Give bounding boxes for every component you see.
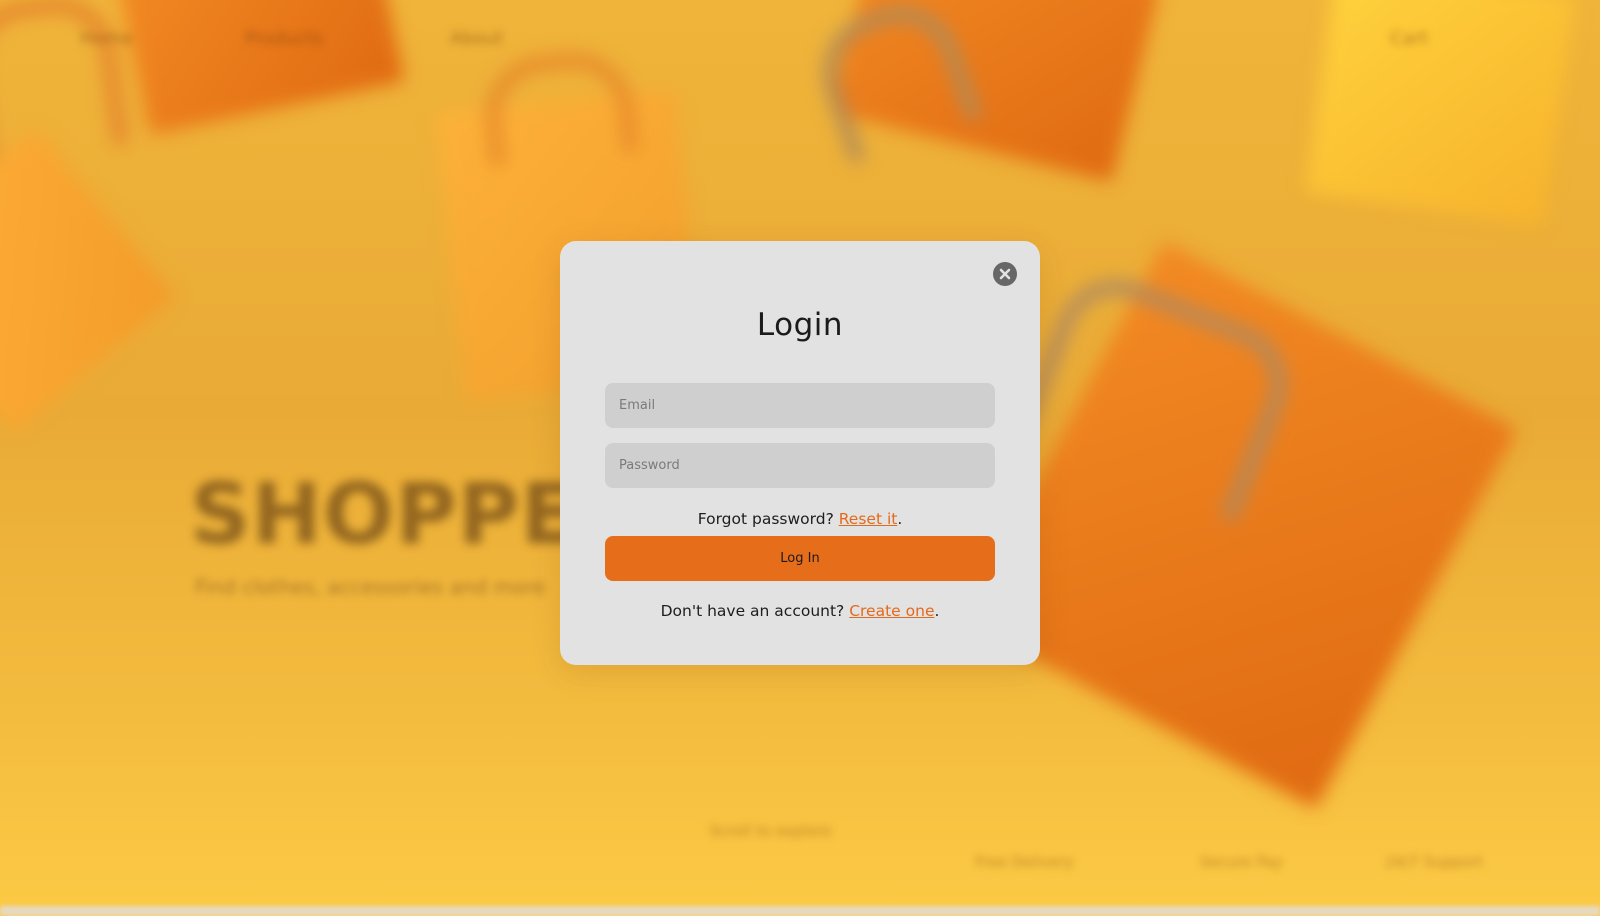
background-bag-handle	[479, 47, 639, 167]
background-nav-item: About	[450, 28, 504, 49]
background-hero-subtitle: Find clothes, accessories and more	[195, 575, 546, 599]
create-account-link[interactable]: Create one	[849, 602, 934, 620]
background-bag-left	[0, 128, 177, 432]
forgot-password-text: Forgot password?	[697, 510, 839, 528]
email-field[interactable]	[605, 383, 995, 428]
reset-password-link[interactable]: Reset it	[839, 510, 898, 528]
background-bottom-strip	[0, 906, 1600, 916]
close-button[interactable]	[993, 262, 1017, 286]
forgot-password-line: Forgot password? Reset it.	[560, 510, 1040, 528]
login-modal: Login Forgot password? Reset it. Log In …	[560, 241, 1040, 665]
modal-title: Login	[756, 307, 844, 343]
background-nav-cart: Cart	[1390, 28, 1429, 49]
signup-suffix: .	[934, 602, 940, 620]
background-nav-item: Products	[245, 28, 323, 49]
background-nav: Home Products About Cart	[0, 22, 1600, 52]
login-button[interactable]: Log In	[605, 536, 995, 581]
signup-text: Don't have an account?	[660, 602, 850, 620]
close-circle-icon	[999, 268, 1011, 280]
background-footer-link: 24/7 Support	[1385, 853, 1483, 871]
password-field[interactable]	[605, 443, 995, 488]
page: Home Products About Cart SHOPPER Find cl…	[0, 0, 1600, 916]
background-footer-link: Secure Pay	[1200, 853, 1283, 871]
background-footer-link: Free Delivery	[975, 853, 1074, 871]
background-bag-top-left	[115, 0, 405, 136]
background-scroll-label: Scroll to explore	[710, 822, 832, 840]
signup-line: Don't have an account? Create one.	[560, 602, 1040, 620]
background-nav-item: Home	[80, 28, 134, 49]
forgot-password-suffix: .	[897, 510, 903, 528]
